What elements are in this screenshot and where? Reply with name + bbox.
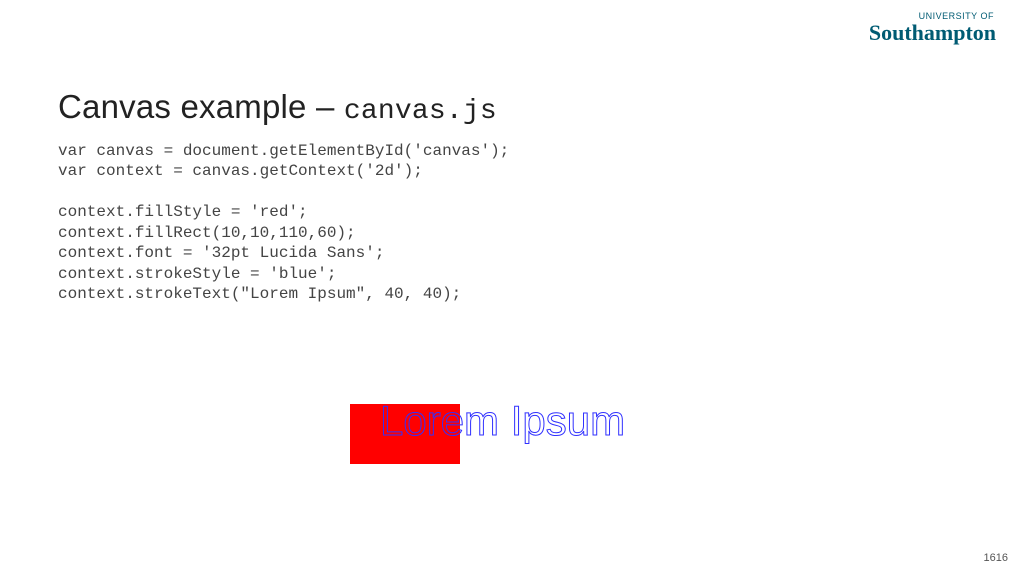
slide-content: Canvas example – canvas.js var canvas = … [58,88,966,305]
canvas-output: Lorem Ipsum [340,394,740,494]
canvas-stroke-text: Lorem Ipsum [380,400,625,442]
title-prefix: Canvas example – [58,88,344,125]
page-number: 1616 [984,552,1008,564]
code-block: var canvas = document.getElementById('ca… [58,141,966,305]
university-logo: UNIVERSITY OF Southampton [869,12,996,44]
slide-title: Canvas example – canvas.js [58,88,966,127]
title-filename: canvas.js [344,96,497,127]
logo-name: Southampton [869,22,996,44]
